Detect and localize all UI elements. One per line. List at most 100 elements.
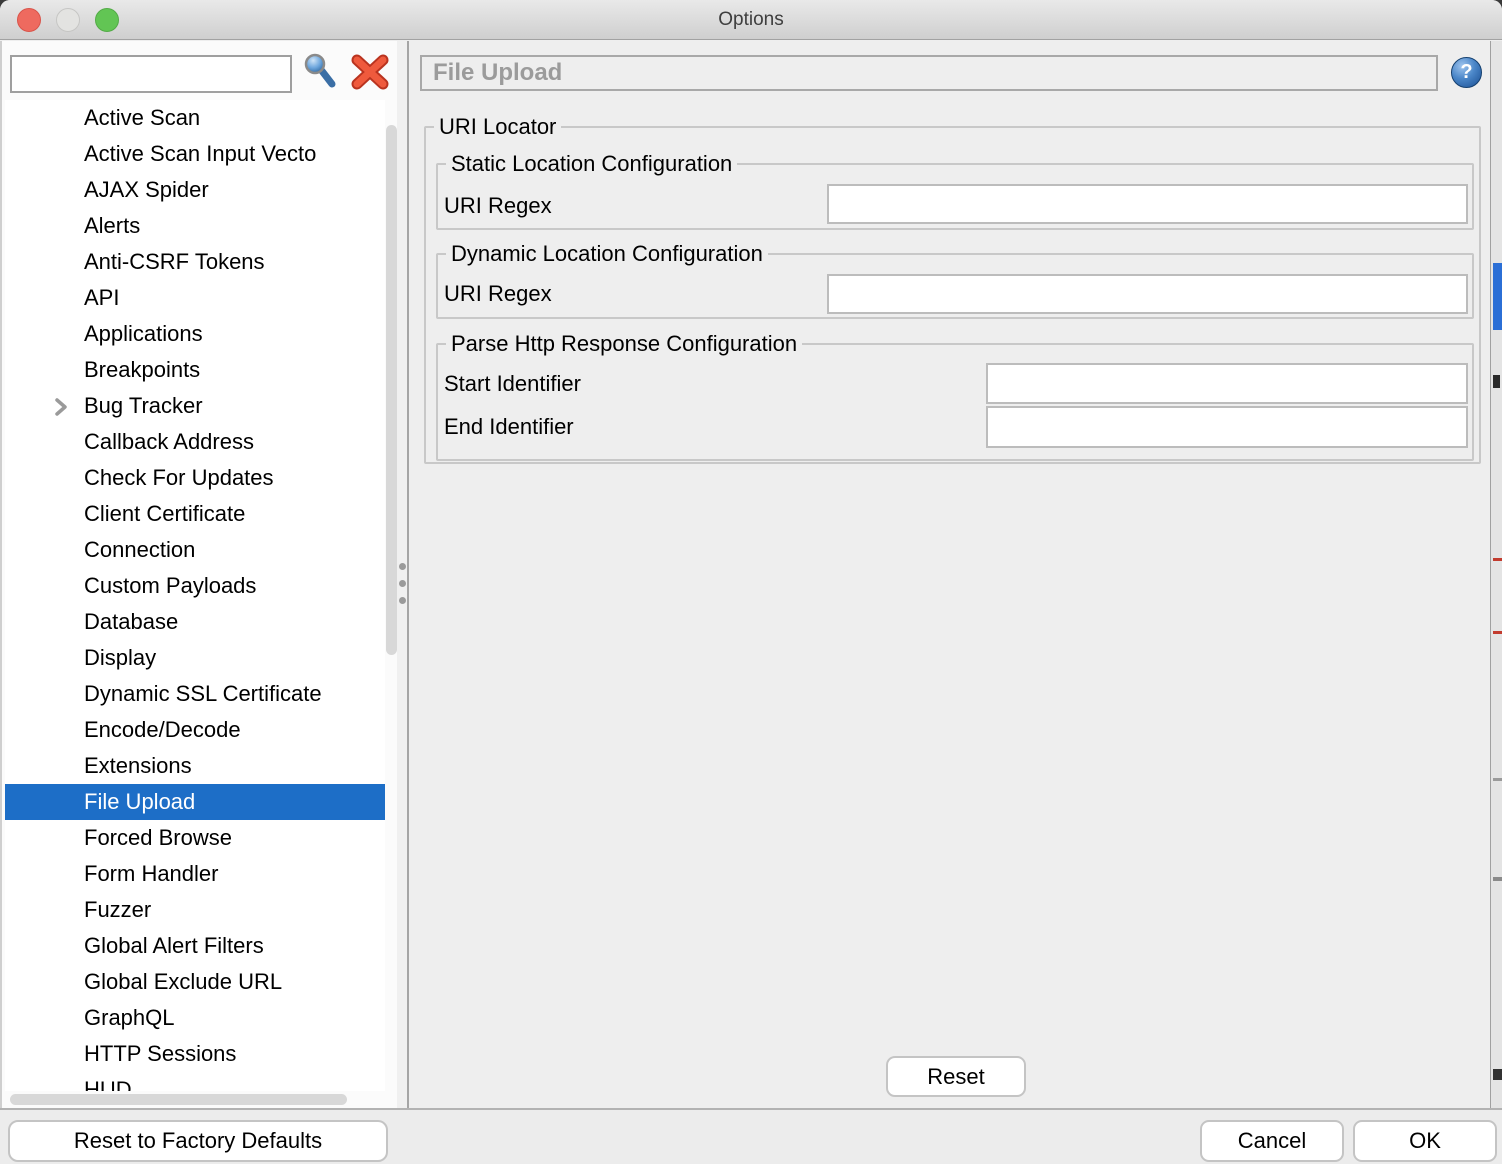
sidebar-item-display[interactable]: Display [5, 640, 385, 676]
edge-artifact-glyph [1493, 375, 1500, 388]
static-location-group: Static Location Configuration URI Regex [436, 163, 1474, 230]
sidebar-item-encode-decode[interactable]: Encode/Decode [5, 712, 385, 748]
sidebar-item-label: Breakpoints [84, 357, 200, 382]
edge-artifact-gray [1493, 877, 1502, 881]
edge-artifact-blue [1493, 263, 1502, 330]
sidebar-item-label: Dynamic SSL Certificate [84, 681, 322, 706]
sidebar-item-label: Display [84, 645, 156, 670]
help-button[interactable]: ? [1451, 57, 1482, 88]
sidebar-item-label: Fuzzer [84, 897, 151, 922]
dynamic-location-group-label: Dynamic Location Configuration [446, 241, 768, 267]
sidebar-item-form-handler[interactable]: Form Handler [5, 856, 385, 892]
sidebar-item-anti-csrf-tokens[interactable]: Anti-CSRF Tokens [5, 244, 385, 280]
footer-bar: Reset to Factory Defaults Cancel OK [0, 1108, 1502, 1164]
sidebar-item-callback-address[interactable]: Callback Address [5, 424, 385, 460]
options-list: Active Scan Active Scan Input Vecto AJAX… [5, 100, 385, 1091]
sidebar-item-label: Custom Payloads [84, 573, 256, 598]
clear-search-button[interactable] [348, 53, 392, 95]
sidebar-item-label: Alerts [84, 213, 140, 238]
sidebar-item-ajax-spider[interactable]: AJAX Spider [5, 172, 385, 208]
sidebar-item-label: Active Scan Input Vecto [84, 141, 316, 166]
sidebar-item-label: Database [84, 609, 178, 634]
main-panel: File Upload ? URI Locator Static Locatio… [409, 41, 1490, 1108]
sidebar-item-http-sessions[interactable]: HTTP Sessions [5, 1036, 385, 1072]
edge-artifact-red [1493, 558, 1502, 561]
sidebar-item-label: AJAX Spider [84, 177, 209, 202]
sidebar-item-label: Callback Address [84, 429, 254, 454]
end-identifier-input[interactable] [986, 406, 1468, 448]
reset-button[interactable]: Reset [886, 1056, 1026, 1097]
sidebar-item-active-scan[interactable]: Active Scan [5, 100, 385, 136]
edge-artifact-red [1493, 631, 1502, 634]
edge-artifact-dark [1493, 1069, 1502, 1080]
search-icon [301, 82, 339, 97]
clear-x-icon [350, 80, 390, 95]
sidebar-item-check-for-updates[interactable]: Check For Updates [5, 460, 385, 496]
sidebar-item-forced-browse[interactable]: Forced Browse [5, 820, 385, 856]
sidebar-item-label: Check For Updates [84, 465, 274, 490]
sidebar-item-client-certificate[interactable]: Client Certificate [5, 496, 385, 532]
sidebar-item-label: Active Scan [84, 105, 200, 130]
sidebar-horizontal-scrollbar[interactable] [5, 1092, 385, 1108]
sidebar-item-connection[interactable]: Connection [5, 532, 385, 568]
vertical-scrollbar-thumb[interactable] [386, 125, 397, 655]
sidebar-item-label: HTTP Sessions [84, 1041, 236, 1066]
sidebar-item-global-alert-filters[interactable]: Global Alert Filters [5, 928, 385, 964]
dynamic-uri-regex-label: URI Regex [444, 274, 552, 314]
search-button[interactable] [298, 51, 342, 97]
start-identifier-input[interactable] [986, 363, 1468, 404]
sidebar-item-global-exclude-url[interactable]: Global Exclude URL [5, 964, 385, 1000]
end-identifier-label: End Identifier [444, 406, 574, 448]
dynamic-location-group: Dynamic Location Configuration URI Regex [436, 253, 1474, 319]
sidebar-item-dynamic-ssl-certificate[interactable]: Dynamic SSL Certificate [5, 676, 385, 712]
sidebar-item-alerts[interactable]: Alerts [5, 208, 385, 244]
help-icon: ? [1451, 57, 1482, 88]
sidebar-item-label: Global Alert Filters [84, 933, 264, 958]
sidebar-item-api[interactable]: API [5, 280, 385, 316]
sidebar-item-label: HUD [84, 1077, 132, 1091]
parse-http-response-group: Parse Http Response Configuration Start … [436, 343, 1474, 461]
sidebar-item-label: Client Certificate [84, 501, 245, 526]
background-window-sliver [1490, 41, 1502, 1108]
cancel-button[interactable]: Cancel [1200, 1120, 1344, 1162]
horizontal-scrollbar-thumb[interactable] [10, 1094, 347, 1105]
sidebar-item-custom-payloads[interactable]: Custom Payloads [5, 568, 385, 604]
splitter-handle[interactable] [397, 41, 409, 1108]
sidebar-item-fuzzer[interactable]: Fuzzer [5, 892, 385, 928]
page-title: File Upload [420, 55, 1438, 91]
sidebar-item-label: Applications [84, 321, 203, 346]
sidebar-item-label: File Upload [84, 789, 195, 814]
sidebar-item-hud[interactable]: HUD [5, 1072, 385, 1091]
chevron-right-icon[interactable] [49, 394, 73, 424]
sidebar-item-label: Bug Tracker [84, 393, 203, 418]
sidebar-item-label: Form Handler [84, 861, 218, 886]
sidebar-item-label: GraphQL [84, 1005, 175, 1030]
sidebar-item-graphql[interactable]: GraphQL [5, 1000, 385, 1036]
static-location-group-label: Static Location Configuration [446, 151, 737, 177]
static-uri-regex-label: URI Regex [444, 186, 552, 226]
sidebar-item-label: Forced Browse [84, 825, 232, 850]
dynamic-uri-regex-input[interactable] [827, 274, 1468, 314]
sidebar-item-label: Extensions [84, 753, 192, 778]
ok-button[interactable]: OK [1353, 1120, 1497, 1162]
window-title: Options [0, 0, 1502, 40]
edge-artifact-gray [1493, 778, 1502, 781]
titlebar[interactable]: Options [0, 0, 1502, 40]
static-uri-regex-input[interactable] [827, 184, 1468, 224]
options-window: Options [0, 0, 1502, 1164]
sidebar-item-applications[interactable]: Applications [5, 316, 385, 352]
search-input[interactable] [10, 55, 292, 93]
uri-locator-group-label: URI Locator [434, 114, 561, 140]
sidebar-item-label: Anti-CSRF Tokens [84, 249, 265, 274]
sidebar-item-database[interactable]: Database [5, 604, 385, 640]
reset-to-factory-defaults-button[interactable]: Reset to Factory Defaults [8, 1120, 388, 1162]
sidebar-item-file-upload[interactable]: File Upload [5, 784, 385, 820]
sidebar-item-label: Connection [84, 537, 195, 562]
sidebar-item-label: Encode/Decode [84, 717, 241, 742]
sidebar-item-extensions[interactable]: Extensions [5, 748, 385, 784]
sidebar-item-bug-tracker[interactable]: Bug Tracker [5, 388, 385, 424]
sidebar-item-breakpoints[interactable]: Breakpoints [5, 352, 385, 388]
sidebar-item-label: Global Exclude URL [84, 969, 282, 994]
parse-http-response-group-label: Parse Http Response Configuration [446, 331, 802, 357]
sidebar-item-active-scan-input-vecto[interactable]: Active Scan Input Vecto [5, 136, 385, 172]
